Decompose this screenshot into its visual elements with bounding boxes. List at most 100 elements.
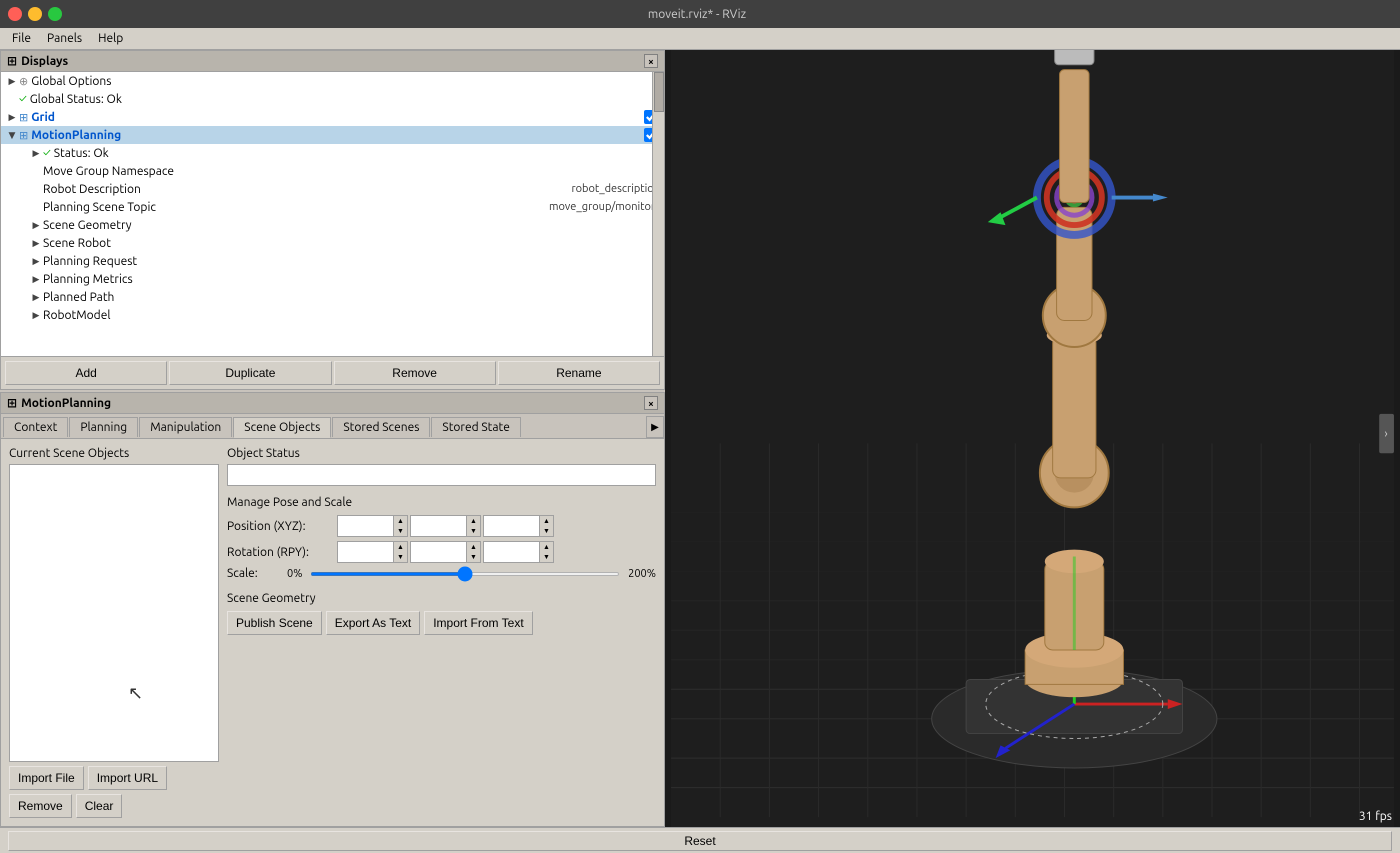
window-controls[interactable] — [8, 7, 62, 21]
rot-y-input[interactable]: 0.00 — [484, 542, 539, 562]
rot-y-up[interactable]: ▲ — [539, 542, 553, 552]
clear-button[interactable]: Clear — [76, 794, 123, 818]
import-url-button[interactable]: Import URL — [88, 766, 167, 790]
import-buttons-row: Import File Import URL — [9, 766, 219, 790]
rot-p-up[interactable]: ▲ — [466, 542, 480, 552]
statusbar: Reset — [0, 827, 1400, 853]
3d-viewport[interactable]: › 31 fps — [665, 50, 1400, 827]
rename-button[interactable]: Rename — [498, 361, 660, 385]
tab-stored-scenes[interactable]: Stored Scenes — [332, 417, 430, 437]
position-spinboxes: 0.00 ▲ ▼ 0.00 ▲ — [337, 515, 554, 537]
displays-title: Displays — [21, 55, 68, 68]
label-planning-scene: Planning Scene Topic — [43, 201, 296, 214]
publish-scene-button[interactable]: Publish Scene — [227, 611, 322, 635]
titlebar: moveit.rviz* - RViz — [0, 0, 1400, 28]
tree-arrow-robot-model[interactable]: ▶ — [29, 308, 43, 322]
check-icon-status: ✓ — [19, 93, 27, 105]
rot-r-input[interactable]: 0.00 — [338, 542, 393, 562]
pos-x-down[interactable]: ▼ — [393, 526, 407, 536]
pos-y-input[interactable]: 0.00 — [411, 516, 466, 536]
add-button[interactable]: Add — [5, 361, 167, 385]
tree-arrow-planned-path[interactable]: ▶ — [29, 290, 43, 304]
remove-clear-row: Remove Clear — [9, 794, 219, 818]
displays-close-button[interactable]: × — [644, 54, 658, 68]
tab-content-scene-objects: Current Scene Objects ↖ Import File Impo… — [1, 439, 664, 826]
window-title: moveit.rviz* - RViz — [648, 8, 746, 21]
pos-y-down[interactable]: ▼ — [466, 526, 480, 536]
rot-y-down[interactable]: ▼ — [539, 552, 553, 562]
tree-item-planning-req[interactable]: ▶ Planning Request — [1, 252, 664, 270]
tab-scene-objects[interactable]: Scene Objects — [233, 417, 331, 438]
tree-arrow-planning-metrics[interactable]: ▶ — [29, 272, 43, 286]
spinbox-rot-y-btns: ▲ ▼ — [539, 542, 553, 562]
scale-slider[interactable] — [310, 572, 620, 576]
tree-item-scene-geometry[interactable]: ▶ Scene Geometry — [1, 216, 664, 234]
minimize-button[interactable] — [28, 7, 42, 21]
label-planning-metrics: Planning Metrics — [43, 273, 660, 286]
tab-planning[interactable]: Planning — [69, 417, 138, 437]
displays-panel: ⊞ Displays × ▶ ⊕ Global Options ▶ ✓ Glob… — [0, 50, 665, 390]
tab-scroll-button[interactable]: ▶ — [646, 416, 664, 438]
objects-list[interactable]: ↖ — [9, 464, 219, 762]
motion-panel-close[interactable]: × — [644, 396, 658, 410]
import-file-button[interactable]: Import File — [9, 766, 84, 790]
remove-object-button[interactable]: Remove — [9, 794, 72, 818]
tree-item-robot-model[interactable]: ▶ RobotModel — [1, 306, 664, 324]
rotation-spinboxes: 0.00 ▲ ▼ 0.00 ▲ — [337, 541, 554, 563]
tree-arrow-motion[interactable]: ▼ — [5, 128, 19, 142]
tree-arrow-grid[interactable]: ▶ — [5, 110, 19, 124]
rot-r-up[interactable]: ▲ — [393, 542, 407, 552]
menu-panels[interactable]: Panels — [39, 30, 90, 47]
tree-item-move-group[interactable]: Move Group Namespace — [1, 162, 664, 180]
tree-item-status-ok[interactable]: ▶ ✓ Status: Ok — [1, 144, 664, 162]
pos-x-up[interactable]: ▲ — [393, 516, 407, 526]
value-planning-scene: move_group/monitor.. — [549, 201, 660, 213]
tree-item-planning-metrics[interactable]: ▶ Planning Metrics — [1, 270, 664, 288]
tree-item-global-status[interactable]: ▶ ✓ Global Status: Ok — [1, 90, 664, 108]
tab-manipulation[interactable]: Manipulation — [139, 417, 232, 437]
tree-item-motion-planning[interactable]: ▼ ⊞ MotionPlanning — [1, 126, 664, 144]
tree-item-global-options[interactable]: ▶ ⊕ Global Options — [1, 72, 664, 90]
label-global-options: Global Options — [31, 75, 660, 88]
pos-z-up[interactable]: ▲ — [539, 516, 553, 526]
fps-counter: 31 fps — [1359, 810, 1392, 823]
duplicate-button[interactable]: Duplicate — [169, 361, 331, 385]
displays-icon: ⊞ — [7, 54, 17, 68]
menu-help[interactable]: Help — [90, 30, 131, 47]
export-as-text-button[interactable]: Export As Text — [326, 611, 420, 635]
tree-arrow-status-ok[interactable]: ▶ — [29, 146, 43, 160]
import-from-text-button[interactable]: Import From Text — [424, 611, 532, 635]
maximize-button[interactable] — [48, 7, 62, 21]
tree-arrow-planning-req[interactable]: ▶ — [29, 254, 43, 268]
tree-arrow-global-options[interactable]: ▶ — [5, 74, 19, 88]
tree-arrow-scene-robot[interactable]: ▶ — [29, 236, 43, 250]
pos-z-input[interactable]: 0.00 — [484, 516, 539, 536]
tab-context[interactable]: Context — [3, 417, 68, 437]
tree-item-grid[interactable]: ▶ ⊞ Grid — [1, 108, 664, 126]
menu-file[interactable]: File — [4, 30, 39, 47]
reset-button[interactable]: Reset — [8, 831, 1392, 851]
current-scene-label: Current Scene Objects — [9, 447, 219, 460]
tree-item-planned-path[interactable]: ▶ Planned Path — [1, 288, 664, 306]
tree-arrow-scene-geo[interactable]: ▶ — [29, 218, 43, 232]
displays-tree: ▶ ⊕ Global Options ▶ ✓ Global Status: Ok… — [1, 72, 664, 356]
main-layout: ⊞ Displays × ▶ ⊕ Global Options ▶ ✓ Glob… — [0, 50, 1400, 827]
tree-item-planning-scene[interactable]: Planning Scene Topic move_group/monitor.… — [1, 198, 664, 216]
tree-item-robot-desc[interactable]: Robot Description robot_description — [1, 180, 664, 198]
remove-button[interactable]: Remove — [334, 361, 496, 385]
tab-stored-state[interactable]: Stored State — [431, 417, 520, 437]
rot-p-input[interactable]: 0.00 — [411, 542, 466, 562]
pos-z-down[interactable]: ▼ — [539, 526, 553, 536]
rot-p-down[interactable]: ▼ — [466, 552, 480, 562]
rot-r-down[interactable]: ▼ — [393, 552, 407, 562]
motion-panel-title: MotionPlanning — [21, 397, 111, 410]
pos-y-up[interactable]: ▲ — [466, 516, 480, 526]
close-button[interactable] — [8, 7, 22, 21]
svg-text:›: › — [1384, 428, 1387, 441]
scrollbar-thumb[interactable] — [654, 72, 664, 112]
label-planning-req: Planning Request — [43, 255, 660, 268]
displays-scrollbar[interactable] — [652, 72, 664, 356]
label-planned-path: Planned Path — [43, 291, 660, 304]
tree-item-scene-robot[interactable]: ▶ Scene Robot — [1, 234, 664, 252]
pos-x-input[interactable]: 0.00 — [338, 516, 393, 536]
